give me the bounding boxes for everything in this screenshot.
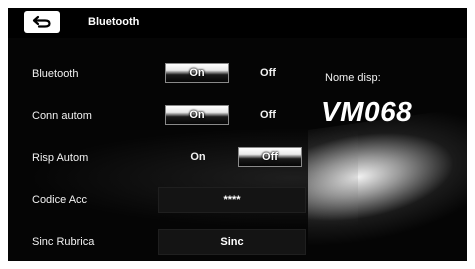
device-name-label: Nome disp: — [325, 72, 381, 84]
auto-answer-label: Risp Autom — [32, 152, 89, 164]
bluetooth-on-button[interactable]: On — [165, 63, 229, 83]
back-button[interactable] — [24, 11, 60, 33]
phonebook-sync-button[interactable]: Sinc — [158, 229, 306, 255]
page-title: Bluetooth — [88, 16, 140, 28]
bluetooth-settings-screen: Bluetooth Bluetooth On Off Conn autom On… — [8, 8, 467, 261]
auto-connect-off-button[interactable]: Off — [248, 105, 288, 125]
device-name-value: VM068 — [321, 96, 413, 127]
phonebook-sync-label: Sinc Rubrica — [32, 236, 95, 248]
auto-answer-off-button[interactable]: Off — [238, 147, 302, 167]
access-code-field[interactable]: **** — [158, 187, 306, 213]
background-light-glow — [28, 128, 358, 228]
bluetooth-label: Bluetooth — [32, 68, 79, 80]
auto-answer-on-button[interactable]: On — [180, 147, 216, 167]
auto-connect-label: Conn autom — [32, 110, 92, 122]
auto-connect-on-button[interactable]: On — [165, 105, 229, 125]
bluetooth-off-button[interactable]: Off — [248, 63, 288, 83]
back-arrow-icon — [32, 15, 51, 28]
access-code-label: Codice Acc — [32, 194, 88, 206]
header-bar: Bluetooth — [8, 8, 467, 38]
